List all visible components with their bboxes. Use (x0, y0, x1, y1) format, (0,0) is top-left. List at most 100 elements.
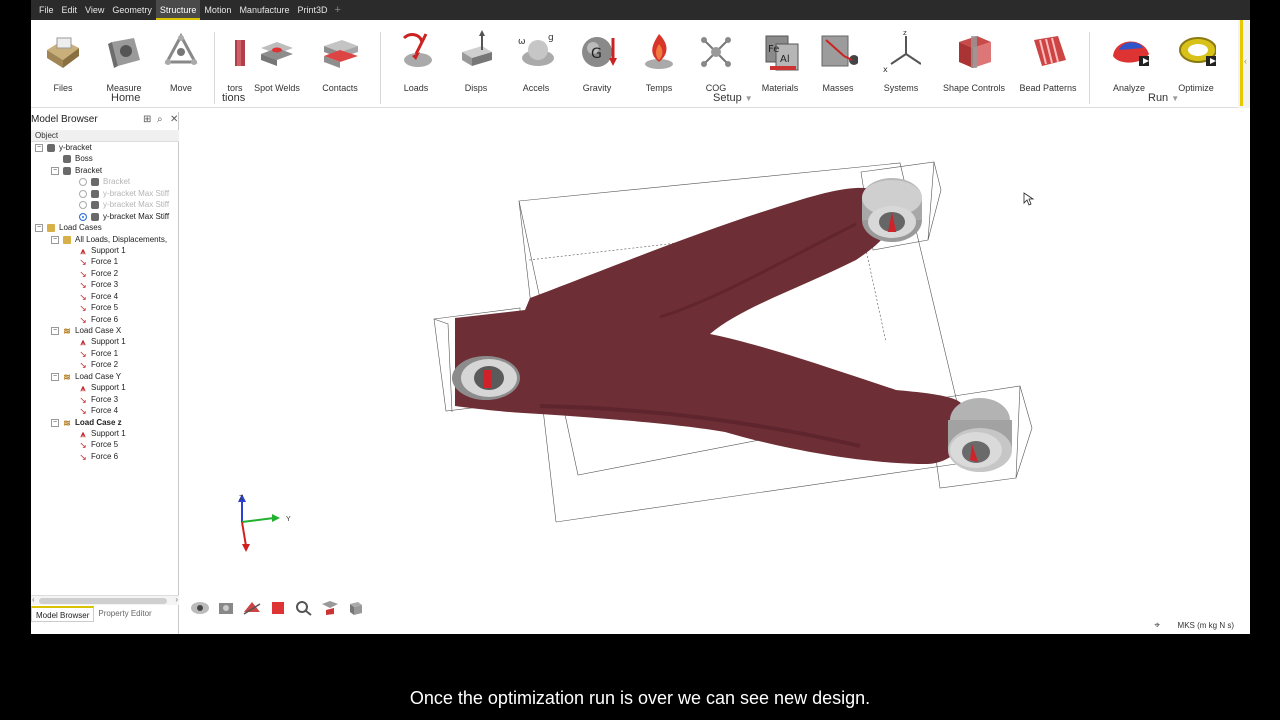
horizontal-scrollbar[interactable]: ‹ › (31, 595, 179, 605)
menu-file[interactable]: File (35, 0, 58, 20)
tree-item[interactable]: ↘ Force 2 (31, 268, 179, 279)
move-label: Move (169, 83, 192, 93)
collapse-toggle-icon[interactable]: − (35, 224, 43, 233)
object-column-header[interactable]: Object (31, 130, 179, 142)
collapse-toggle-icon[interactable]: − (51, 372, 59, 381)
tree-item[interactable]: ⩚ Support 1 (31, 428, 179, 439)
menu-structure[interactable]: Structure (155, 0, 201, 20)
tree-item[interactable]: − All Loads, Displacements, (31, 234, 179, 245)
shape-controls-tool[interactable]: Shape Controls (943, 30, 1005, 93)
accels-tool[interactable]: ωg Accels (506, 30, 566, 93)
optimize-tool[interactable]: Optimize (1166, 30, 1226, 93)
view-cube-icon[interactable] (345, 599, 367, 617)
menu-view[interactable]: View (81, 0, 108, 20)
search-icon[interactable]: ⌕ (157, 114, 163, 125)
scrollbar-thumb[interactable] (39, 598, 167, 604)
gravity-tool[interactable]: G Gravity (567, 30, 627, 93)
collapse-toggle-icon[interactable]: − (51, 235, 59, 244)
tree-item[interactable]: Bracket (31, 176, 179, 187)
spot-welds-tool[interactable]: Spot Welds (247, 30, 307, 93)
menu-print3d[interactable]: Print3D (293, 0, 331, 20)
tree-item[interactable]: ↘ Force 1 (31, 348, 179, 359)
model-view[interactable]: Z Y (180, 112, 1250, 592)
bead-patterns-tool[interactable]: Bead Patterns (1018, 30, 1078, 93)
scroll-left-icon[interactable]: ‹ (32, 595, 35, 604)
tree-item[interactable]: ⩚ Support 1 (31, 382, 179, 393)
design-select-radio[interactable] (79, 201, 87, 210)
design-select-radio[interactable] (79, 212, 87, 221)
tree-item[interactable]: y-bracket Max Stiff (31, 211, 179, 222)
menu-motion[interactable]: Motion (200, 0, 235, 20)
tree-item[interactable]: − Load Cases (31, 222, 179, 233)
tree-item[interactable]: ↘ Force 3 (31, 394, 179, 405)
close-icon[interactable]: ✕ (170, 114, 178, 125)
disps-tool[interactable]: Disps (446, 30, 506, 93)
masses-tool[interactable]: Masses (808, 30, 868, 93)
ribbon-collapse-handle[interactable]: ‹ (1238, 20, 1250, 108)
tree-item[interactable]: y-bracket Max Stiff (31, 199, 179, 210)
collapse-toggle-icon[interactable]: − (51, 418, 59, 427)
part-icon (63, 166, 71, 175)
analyze-tool[interactable]: Analyze (1099, 30, 1159, 93)
tree-item-label: Force 6 (91, 314, 119, 324)
tree-item[interactable]: ↘ Force 3 (31, 279, 179, 290)
isolate-icon[interactable] (215, 599, 237, 617)
contacts-tool[interactable]: Contacts (310, 30, 370, 93)
view-eye-icon[interactable] (189, 599, 211, 617)
tree-item[interactable]: ↘ Force 6 (31, 451, 179, 462)
tree-item[interactable]: ↘ Force 5 (31, 439, 179, 450)
tree-item[interactable]: ↘ Force 4 (31, 405, 179, 416)
tree-item[interactable]: ↘ Force 1 (31, 256, 179, 267)
video-caption: Once the optimization run is over we can… (409, 688, 871, 708)
tree-item[interactable]: ↘ Force 6 (31, 314, 179, 325)
setup-group-label[interactable]: Setup ▼ (713, 92, 753, 104)
materials-tool[interactable]: Fe Al Materials (750, 30, 810, 93)
render-mode-icon[interactable] (267, 599, 289, 617)
collapse-toggle-icon[interactable]: − (35, 144, 43, 152)
tree-item[interactable]: y-bracket Max Stiff (31, 188, 179, 199)
3d-viewport[interactable]: Z Y ⌖ MKS (m kg N s) (180, 112, 1250, 634)
measure-tool[interactable]: Measure (94, 30, 154, 93)
tree-item[interactable]: ⩚ Support 1 (31, 336, 179, 347)
tab-model-browser[interactable]: Model Browser (31, 606, 95, 622)
temps-tool[interactable]: Temps (629, 30, 689, 93)
collapse-toggle-icon[interactable]: − (51, 327, 59, 335)
force-icon: ↘ (79, 303, 87, 314)
tree-item[interactable]: Boss (31, 153, 179, 164)
settings-crosshair-icon[interactable]: ⌖ (1154, 620, 1160, 631)
tree-item[interactable]: − Bracket (31, 165, 179, 176)
tree-item[interactable]: − ≋ Load Case z (31, 417, 179, 428)
tree-item[interactable]: − ≋ Load Case Y (31, 371, 179, 382)
collapse-toggle-icon[interactable]: − (51, 166, 59, 175)
scroll-right-icon[interactable]: › (175, 595, 178, 604)
panel-tabs: Model Browser Property Editor (31, 606, 179, 622)
tab-property-editor[interactable]: Property Editor (94, 606, 155, 622)
design-select-radio[interactable] (79, 189, 87, 198)
zoom-icon[interactable] (293, 599, 315, 617)
section-cut-icon[interactable] (241, 599, 263, 617)
design-select-radio[interactable] (79, 178, 87, 187)
units-selector[interactable]: MKS (m kg N s) (1178, 621, 1234, 630)
add-tab-icon[interactable]: + (331, 4, 343, 16)
force-icon: ↘ (79, 394, 87, 405)
cog-tool[interactable]: COG (686, 30, 746, 93)
tree-item[interactable]: − y-bracket (31, 142, 179, 153)
tree-item[interactable]: ↘ Force 4 (31, 291, 179, 302)
tree-item[interactable]: ↘ Force 2 (31, 359, 179, 370)
systems-tool[interactable]: zxy Systems (871, 30, 931, 93)
panel-options-icon[interactable]: ⊞ (143, 114, 151, 125)
force-icon: ↘ (79, 268, 87, 279)
tree-item[interactable]: ⩚ Support 1 (31, 245, 179, 256)
files-tool[interactable]: Files (33, 30, 93, 93)
tree-item[interactable]: − ≋ Load Case X (31, 325, 179, 336)
move-tool[interactable]: Move (151, 30, 211, 93)
run-group-label[interactable]: Run ▼ (1148, 92, 1179, 104)
tree-item[interactable]: ↘ Force 5 (31, 302, 179, 313)
tree-item-label: Support 1 (91, 245, 126, 255)
menu-edit[interactable]: Edit (58, 0, 82, 20)
loads-tool[interactable]: Loads (386, 30, 446, 93)
menu-geometry[interactable]: Geometry (108, 0, 156, 20)
menu-manufacture[interactable]: Manufacture (235, 0, 293, 20)
explode-view-icon[interactable] (319, 599, 341, 617)
tree-item-label: Support 1 (91, 428, 126, 438)
